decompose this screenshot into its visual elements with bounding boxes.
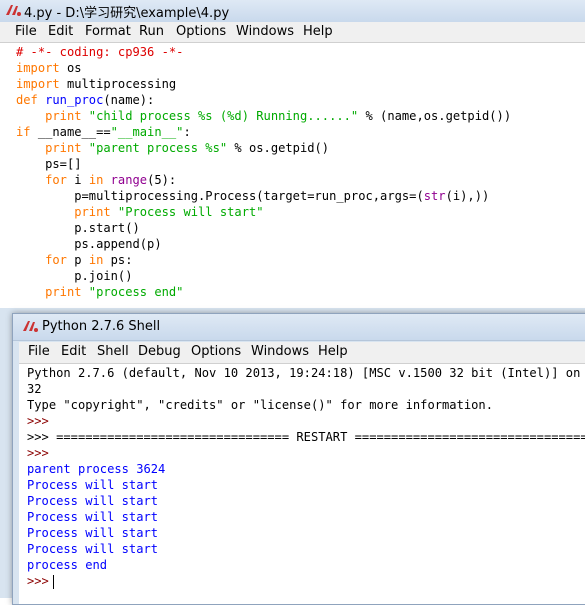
code-line: ps.append(p) xyxy=(16,237,162,251)
shell-line: 32 xyxy=(27,382,42,396)
shell-prompt: >>> xyxy=(27,414,49,428)
menu-file[interactable]: File xyxy=(15,24,37,39)
menu-debug[interactable]: Debug xyxy=(138,344,181,359)
idle-feather-icon xyxy=(6,5,21,16)
text-cursor xyxy=(52,574,54,589)
menu-options[interactable]: Options xyxy=(191,344,241,359)
code-line: p=multiprocessing.Process(target=run_pro… xyxy=(16,189,490,203)
shell-menubar: File Edit Shell Debug Options Windows He… xyxy=(19,342,585,364)
shell-output-line: Process will start xyxy=(27,542,159,556)
code-line: if __name__=="__main__": xyxy=(16,125,191,139)
code-line: print "parent process %s" % os.getpid() xyxy=(16,141,330,155)
menu-file[interactable]: File xyxy=(28,344,50,359)
shell-window-title: Python 2.7.6 Shell xyxy=(42,319,161,334)
shell-titlebar[interactable]: Python 2.7.6 Shell xyxy=(13,314,585,341)
menu-run[interactable]: Run xyxy=(139,24,164,39)
editor-menubar: File Edit Format Run Options Windows Hel… xyxy=(0,22,585,43)
menu-windows[interactable]: Windows xyxy=(251,344,309,359)
editor-window-title: 4.py - D:\学习研究\example\4.py xyxy=(24,6,230,21)
shell-output-line: Process will start xyxy=(27,510,159,524)
code-line: import os xyxy=(16,61,82,75)
code-line: ps=[] xyxy=(16,157,82,171)
menu-help[interactable]: Help xyxy=(303,24,333,39)
code-line: for i in range(5): xyxy=(16,173,177,187)
shell-output-area[interactable]: Python 2.7.6 (default, Nov 10 2013, 19:2… xyxy=(19,364,585,604)
menu-edit[interactable]: Edit xyxy=(48,24,73,39)
shell-prompt: >>> xyxy=(27,574,49,588)
code-editor-area[interactable]: # -*- coding: cp936 -*- import os import… xyxy=(0,43,585,308)
editor-titlebar[interactable]: 4.py - D:\学习研究\example\4.py xyxy=(0,0,585,23)
shell-output-line: Process will start xyxy=(27,526,159,540)
shell-window: Python 2.7.6 Shell File Edit Shell Debug… xyxy=(12,313,585,605)
shell-prompt: >>> xyxy=(27,446,49,460)
code-line: print "Process will start" xyxy=(16,205,264,219)
code-line: for p in ps: xyxy=(16,253,133,267)
shell-output-line: Process will start xyxy=(27,494,159,508)
code-line: # -*- coding: cp936 -*- xyxy=(16,45,184,59)
idle-feather-icon xyxy=(23,321,38,332)
shell-output-line: Process will start xyxy=(27,478,159,492)
menu-windows[interactable]: Windows xyxy=(236,24,294,39)
shell-input-line[interactable]: >>> xyxy=(27,573,54,589)
code-line: def run_proc(name): xyxy=(16,93,155,107)
code-line: print "child process %s (%d) Running....… xyxy=(16,109,512,123)
code-line: import multiprocessing xyxy=(16,77,177,91)
code-line: p.join() xyxy=(16,269,133,283)
menu-options[interactable]: Options xyxy=(176,24,226,39)
menu-shell[interactable]: Shell xyxy=(97,344,129,359)
code-line: p.start() xyxy=(16,221,140,235)
code-line: print "process end" xyxy=(16,285,184,299)
menu-help[interactable]: Help xyxy=(318,344,348,359)
shell-restart-line: >>> ================================ RES… xyxy=(27,430,585,444)
menu-edit[interactable]: Edit xyxy=(61,344,86,359)
menu-format[interactable]: Format xyxy=(85,24,131,39)
shell-output-line: process end xyxy=(27,558,108,572)
shell-line: Python 2.7.6 (default, Nov 10 2013, 19:2… xyxy=(27,366,585,380)
shell-output-line: parent process 3624 xyxy=(27,462,166,476)
shell-line: Type "copyright", "credits" or "license(… xyxy=(27,398,493,412)
